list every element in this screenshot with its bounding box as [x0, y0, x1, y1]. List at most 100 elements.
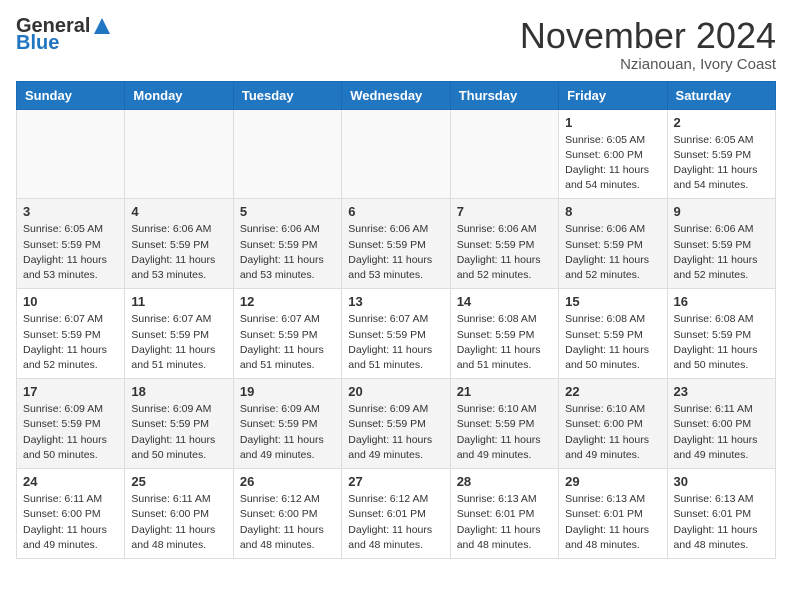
page-header: General Blue November 2024 Nzianouan, Iv… — [16, 16, 776, 73]
calendar-day: 30 Sunrise: 6:13 AMSunset: 6:01 PMDayligh… — [667, 469, 775, 559]
sunrise: Sunrise: 6:13 AM — [457, 492, 552, 507]
sunrise: Sunrise: 6:07 AM — [23, 312, 118, 327]
daylight: Daylight: 11 hours and 52 minutes. — [674, 253, 769, 283]
calendar-day: 22 Sunrise: 6:10 AMSunset: 6:00 PMDayligh… — [559, 379, 667, 469]
sunset: Sunset: 6:00 PM — [565, 148, 660, 163]
sunset: Sunset: 5:59 PM — [23, 417, 118, 432]
day-info: Sunrise: 6:09 AMSunset: 5:59 PMDaylight:… — [348, 402, 443, 463]
calendar-day: 25Sunrise: 6:11 AMSunset: 6:00 PMDayligh… — [125, 469, 233, 559]
sunset: Sunset: 6:01 PM — [674, 507, 769, 522]
calendar-day: 14Sunrise: 6:08 AMSunset: 5:59 PMDayligh… — [450, 289, 558, 379]
calendar-day: 6Sunrise: 6:06 AMSunset: 5:59 PMDaylight… — [342, 199, 450, 289]
day-info: Sunrise: 6:06 AMSunset: 5:59 PMDaylight:… — [565, 222, 660, 283]
calendar-day — [125, 109, 233, 199]
daylight: Daylight: 11 hours and 48 minutes. — [131, 523, 226, 553]
sunrise: Sunrise: 6:08 AM — [565, 312, 660, 327]
sunset: Sunset: 5:59 PM — [565, 328, 660, 343]
day-info: Sunrise: 6:13 AMSunset: 6:01 PMDaylight:… — [457, 492, 552, 553]
sunrise: Sunrise: 6:06 AM — [240, 222, 335, 237]
sunrise: Sunrise: 6:09 AM — [131, 402, 226, 417]
daylight: Daylight: 11 hours and 53 minutes. — [131, 253, 226, 283]
calendar-day — [450, 109, 558, 199]
title-block: November 2024 Nzianouan, Ivory Coast — [520, 16, 776, 73]
day-info: Sunrise: 6:06 AMSunset: 5:59 PMDaylight:… — [674, 222, 769, 283]
sunrise: Sunrise: 6:09 AM — [240, 402, 335, 417]
sunrise: Sunrise: 6:12 AM — [240, 492, 335, 507]
day-info: Sunrise: 6:12 AMSunset: 6:01 PMDaylight:… — [348, 492, 443, 553]
day-info: Sunrise: 6:08 AMSunset: 5:59 PMDaylight:… — [457, 312, 552, 373]
sunrise: Sunrise: 6:05 AM — [674, 133, 769, 148]
daylight: Daylight: 11 hours and 48 minutes. — [674, 523, 769, 553]
sunrise: Sunrise: 6:10 AM — [565, 402, 660, 417]
daylight: Daylight: 11 hours and 49 minutes. — [674, 433, 769, 463]
calendar-day: 9Sunrise: 6:06 AMSunset: 5:59 PMDaylight… — [667, 199, 775, 289]
sunset: Sunset: 5:59 PM — [674, 328, 769, 343]
daylight: Daylight: 11 hours and 48 minutes. — [457, 523, 552, 553]
calendar-week-3: 10Sunrise: 6:07 AMSunset: 5:59 PMDayligh… — [17, 289, 776, 379]
calendar-day: 21Sunrise: 6:10 AMSunset: 5:59 PMDayligh… — [450, 379, 558, 469]
sunrise: Sunrise: 6:06 AM — [131, 222, 226, 237]
sunrise: Sunrise: 6:10 AM — [457, 402, 552, 417]
weekday-header-sunday: Sunday — [17, 81, 125, 109]
sunset: Sunset: 5:59 PM — [348, 328, 443, 343]
day-number: 7 — [457, 204, 552, 219]
weekday-header-saturday: Saturday — [667, 81, 775, 109]
sunrise: Sunrise: 6:13 AM — [565, 492, 660, 507]
calendar-day: 10Sunrise: 6:07 AMSunset: 5:59 PMDayligh… — [17, 289, 125, 379]
sunrise: Sunrise: 6:12 AM — [348, 492, 443, 507]
sunset: Sunset: 5:59 PM — [240, 238, 335, 253]
sunrise: Sunrise: 6:11 AM — [131, 492, 226, 507]
day-number: 17 — [23, 384, 118, 399]
day-number: 11 — [131, 294, 226, 309]
sunrise: Sunrise: 6:06 AM — [457, 222, 552, 237]
day-info: Sunrise: 6:05 AMSunset: 6:00 PMDaylight:… — [565, 133, 660, 194]
day-info: Sunrise: 6:13 AMSunset: 6:01 PMDaylight:… — [674, 492, 769, 553]
day-number: 28 — [457, 474, 552, 489]
sunset: Sunset: 5:59 PM — [348, 417, 443, 432]
daylight: Daylight: 11 hours and 49 minutes. — [565, 433, 660, 463]
location: Nzianouan, Ivory Coast — [520, 56, 776, 73]
day-number: 16 — [674, 294, 769, 309]
sunrise: Sunrise: 6:06 AM — [674, 222, 769, 237]
day-number: 30 — [674, 474, 769, 489]
day-number: 15 — [565, 294, 660, 309]
daylight: Daylight: 11 hours and 51 minutes. — [348, 343, 443, 373]
day-number: 3 — [23, 204, 118, 219]
daylight: Daylight: 11 hours and 51 minutes. — [131, 343, 226, 373]
sunrise: Sunrise: 6:05 AM — [23, 222, 118, 237]
day-number: 12 — [240, 294, 335, 309]
weekday-header-tuesday: Tuesday — [233, 81, 341, 109]
sunset: Sunset: 5:59 PM — [457, 417, 552, 432]
calendar-day: 3Sunrise: 6:05 AMSunset: 5:59 PMDaylight… — [17, 199, 125, 289]
day-info: Sunrise: 6:06 AMSunset: 5:59 PMDaylight:… — [457, 222, 552, 283]
sunset: Sunset: 6:00 PM — [565, 417, 660, 432]
logo-blue: Blue — [16, 32, 59, 55]
day-number: 22 — [565, 384, 660, 399]
calendar-day: 27Sunrise: 6:12 AMSunset: 6:01 PMDayligh… — [342, 469, 450, 559]
day-info: Sunrise: 6:08 AMSunset: 5:59 PMDaylight:… — [565, 312, 660, 373]
daylight: Daylight: 11 hours and 51 minutes. — [240, 343, 335, 373]
daylight: Daylight: 11 hours and 52 minutes. — [565, 253, 660, 283]
sunrise: Sunrise: 6:08 AM — [674, 312, 769, 327]
calendar-day: 24Sunrise: 6:11 AMSunset: 6:00 PMDayligh… — [17, 469, 125, 559]
day-info: Sunrise: 6:10 AMSunset: 6:00 PMDaylight:… — [565, 402, 660, 463]
day-number: 8 — [565, 204, 660, 219]
sunrise: Sunrise: 6:11 AM — [674, 402, 769, 417]
day-number: 1 — [565, 115, 660, 130]
calendar-day: 11Sunrise: 6:07 AMSunset: 5:59 PMDayligh… — [125, 289, 233, 379]
daylight: Daylight: 11 hours and 50 minutes. — [565, 343, 660, 373]
sunrise: Sunrise: 6:11 AM — [23, 492, 118, 507]
sunset: Sunset: 5:59 PM — [240, 328, 335, 343]
calendar-day: 28 Sunrise: 6:13 AMSunset: 6:01 PMDayligh… — [450, 469, 558, 559]
daylight: Daylight: 11 hours and 49 minutes. — [457, 433, 552, 463]
day-number: 25 — [131, 474, 226, 489]
calendar-day: 29Sunrise: 6:13 AMSunset: 6:01 PMDayligh… — [559, 469, 667, 559]
sunset: Sunset: 6:01 PM — [457, 507, 552, 522]
sunset: Sunset: 6:01 PM — [565, 507, 660, 522]
day-info: Sunrise: 6:06 AMSunset: 5:59 PMDaylight:… — [131, 222, 226, 283]
sunset: Sunset: 6:00 PM — [674, 417, 769, 432]
daylight: Daylight: 11 hours and 53 minutes. — [23, 253, 118, 283]
day-number: 19 — [240, 384, 335, 399]
daylight: Daylight: 11 hours and 51 minutes. — [457, 343, 552, 373]
day-number: 26 — [240, 474, 335, 489]
